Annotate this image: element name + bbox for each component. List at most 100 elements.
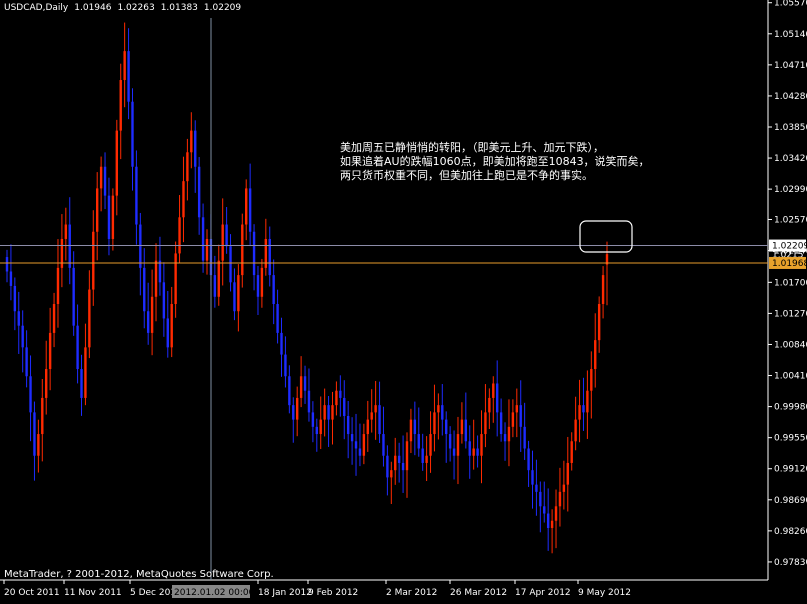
x-tick-label: 2 Mar 2012 (386, 588, 437, 598)
y-tick-label: 0.98690 (774, 496, 807, 506)
candle-body (143, 267, 146, 312)
candle-body (292, 405, 295, 420)
candle-body (33, 412, 36, 456)
y-tick-label: 0.99980 (774, 403, 807, 413)
symbol-label: USDCAD,Daily (4, 3, 69, 13)
candle-body (280, 332, 283, 355)
candle-body (550, 520, 554, 528)
candle-body (182, 181, 185, 218)
candle-body (339, 390, 342, 398)
candle-body (390, 470, 393, 478)
candle-body (131, 101, 134, 167)
candle-body (503, 434, 507, 442)
candle-body (468, 441, 471, 456)
candle-body (76, 325, 79, 370)
y-tick-label: 1.03420 (774, 154, 807, 164)
candle-body (237, 275, 240, 312)
candle-body (472, 448, 475, 456)
candle-body (146, 311, 150, 333)
x-tick-label: 11 Nov 2011 (64, 588, 122, 598)
candle-body (460, 419, 464, 435)
candle-body (409, 419, 413, 442)
candle-body (158, 260, 162, 283)
chart-header: USDCAD,Daily 1.01946 1.02263 1.01383 1.02209 (4, 3, 247, 13)
y-tick-label: 0.99120 (774, 465, 807, 475)
candle-body (252, 231, 256, 276)
y-tick-label: 1.05570 (774, 0, 807, 9)
candle-body (507, 426, 511, 442)
candle-body (448, 434, 452, 449)
candle-body (5, 257, 9, 272)
candle-body (52, 304, 56, 333)
x-tick-label: 9 May 2012 (578, 588, 631, 598)
candle-body (378, 405, 381, 435)
candle-body (499, 412, 503, 435)
y-tick-label: 1.04710 (774, 61, 807, 71)
candle-body (531, 470, 534, 485)
candle-body (413, 419, 417, 435)
candle-body (374, 405, 377, 413)
candle-body (366, 419, 369, 435)
candle-body (119, 80, 122, 131)
crosshair-date-label: 2012.01.02 00:00 (174, 588, 255, 598)
chart-area[interactable]: 1.05570 1.05140 1.04710 1.04280 1.03850 1.034… (0, 0, 807, 600)
candle-body (401, 462, 405, 471)
candle-body (92, 231, 95, 290)
candle-body (315, 426, 319, 435)
candle-body (546, 513, 550, 528)
candle-body (539, 491, 542, 507)
high-value: 1.02263 (117, 3, 155, 13)
candle-body (174, 253, 177, 305)
candle-body (354, 441, 358, 449)
candle-body (327, 405, 330, 420)
y-tick-label: 1.04280 (774, 92, 807, 102)
candle-body (331, 405, 334, 420)
close-value: 1.02209 (203, 3, 242, 13)
candle-body (99, 166, 103, 189)
candle-body (135, 166, 138, 225)
annotation-line: 两只货币权重不同，但美加往上跑已是不争的事实。 (340, 169, 593, 182)
annotation-line: 美加周五已静悄悄的转阳，（即美元上升、加元下跌）， (340, 141, 604, 154)
x-tick-label: 17 Apr 2012 (515, 588, 571, 598)
candle-body (194, 130, 197, 167)
candle-body (25, 347, 28, 377)
candle-body (362, 434, 366, 456)
x-tick-label: 9 Feb 2012 (308, 588, 358, 598)
candle-body (139, 224, 142, 268)
candles-layer (5, 22, 609, 554)
candle-body (405, 441, 409, 471)
candle-body (264, 238, 268, 268)
candle-body (586, 390, 589, 413)
candle-body (335, 390, 338, 406)
candle-body (276, 304, 279, 333)
y-tick-label: 0.99550 (774, 434, 807, 444)
x-tick-label: 26 Mar 2012 (450, 588, 507, 598)
candle-body (350, 434, 354, 442)
candle-body (323, 405, 326, 420)
candle-body (594, 340, 597, 370)
price-chart[interactable]: 1.05570 1.05140 1.04710 1.04280 1.03850 1.034… (0, 0, 807, 600)
candle-body (484, 412, 487, 435)
candle-body (68, 224, 71, 268)
y-tick-label: 0.97830 (774, 558, 807, 568)
candle-body (80, 369, 83, 398)
candle-body (9, 271, 13, 286)
y-tick-label: 1.01700 (774, 278, 807, 288)
candle-body (248, 188, 252, 232)
candle-body (201, 217, 205, 261)
candle-body (186, 152, 189, 182)
candle-body (295, 397, 299, 420)
candle-body (343, 397, 346, 416)
candle-body (103, 166, 107, 196)
candle-body (570, 441, 573, 463)
candle-body (205, 238, 209, 261)
candle-body (272, 275, 275, 305)
candle-body (558, 491, 562, 507)
candle-body (445, 419, 448, 435)
candle-body (162, 282, 166, 319)
candle-body (13, 285, 17, 312)
candle-body (45, 369, 48, 398)
candle-body (107, 195, 111, 239)
ask-price-label: 1.01968 (772, 259, 807, 269)
candle-body (127, 51, 130, 102)
